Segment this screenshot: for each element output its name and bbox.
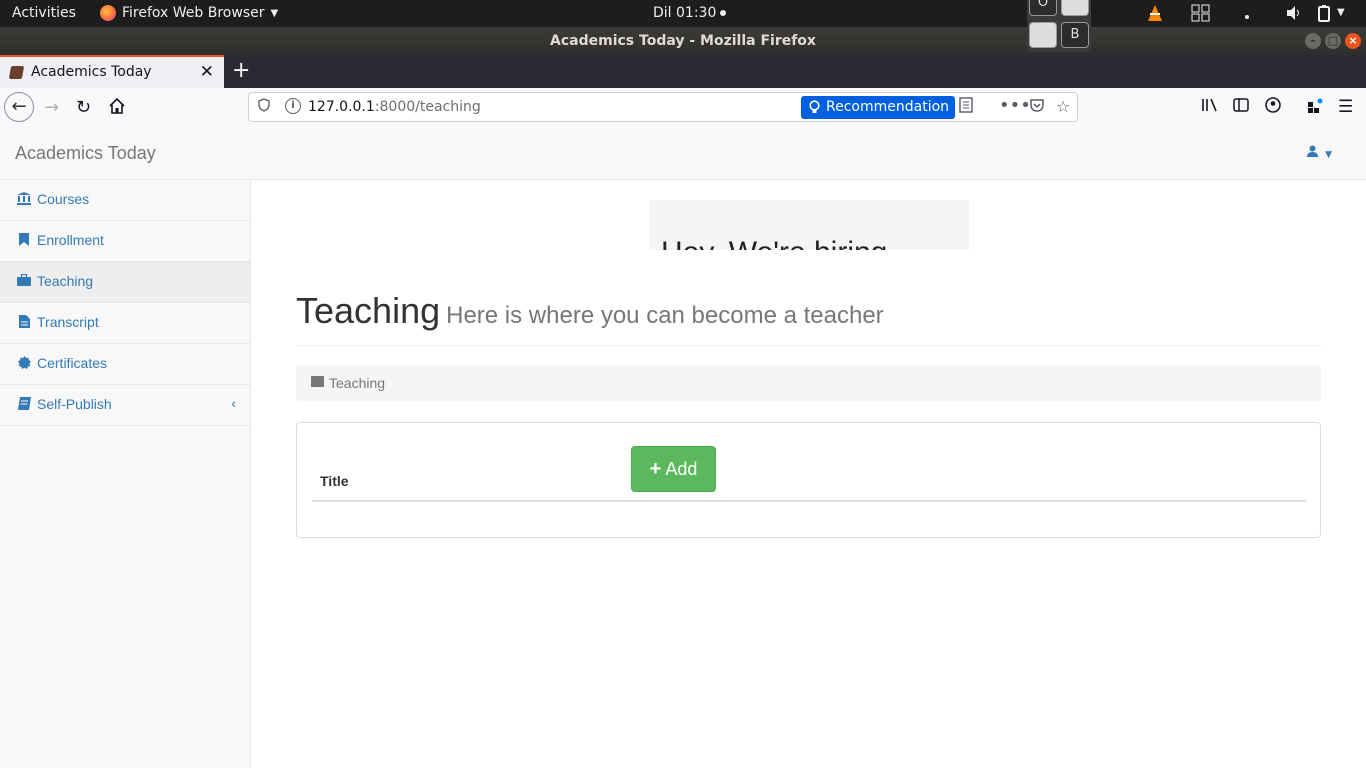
minimize-icon[interactable]: – [1305, 33, 1321, 49]
app-navbar: Academics Today ▼ [0, 128, 1366, 180]
sidebar-item-label: Self-Publish [37, 396, 112, 412]
sidebar-item-label: Enrollment [37, 232, 104, 248]
briefcase-icon [17, 273, 31, 288]
recommendation-button[interactable]: Recommendation [801, 96, 956, 119]
activities-button[interactable]: Activities [12, 5, 76, 21]
sidebar-item-label: Courses [37, 191, 90, 207]
library-icon[interactable] [1201, 97, 1219, 118]
close-window-icon[interactable]: × [1345, 33, 1361, 49]
chevron-left-icon[interactable]: ‹ [231, 395, 236, 411]
sidebar-item-label: Teaching [37, 273, 94, 289]
indicator-dot-icon[interactable] [1244, 8, 1250, 24]
sidebar-item-label: Transcript [37, 314, 99, 330]
tab-strip: Academics Today ✕ + [0, 55, 1366, 88]
lightbulb-icon [809, 100, 820, 113]
add-label: Add [665, 458, 698, 479]
bookmark-icon [17, 233, 31, 247]
page-subtitle: Here is where you can become a teacher [446, 302, 884, 329]
workspace-cell[interactable]: B [1061, 22, 1089, 48]
firefox-icon [100, 5, 116, 21]
plus-icon: + [649, 457, 662, 480]
new-tab-icon[interactable]: + [232, 58, 250, 83]
sidebar-item-teaching[interactable]: Teaching [0, 262, 250, 303]
url-path: :8000/teaching [374, 99, 481, 115]
window-title-bar: Academics Today - Mozilla Firefox – □ × [0, 27, 1366, 55]
forward-arrow-icon[interactable]: → [44, 97, 59, 118]
graduation-cap-icon [8, 66, 25, 79]
caret-down-icon: ▼ [270, 7, 279, 19]
system-top-bar: Activities Firefox Web Browser ▼ Dil 01:… [0, 0, 1366, 27]
home-icon[interactable] [108, 97, 126, 120]
back-arrow-icon[interactable]: ← [4, 92, 34, 122]
nav-toolbar: ← → ↻ i 127.0.0.1:8000/teaching Recommen… [0, 88, 1366, 129]
tab-title: Academics Today [31, 64, 152, 80]
app-menu[interactable]: Firefox Web Browser ▼ [100, 5, 278, 21]
sidebar-item-transcript[interactable]: Transcript [0, 303, 250, 344]
sidebar-item-certificates[interactable]: Certificates [0, 344, 250, 385]
browser-tab[interactable]: Academics Today ✕ [0, 55, 224, 88]
workspace-cell[interactable]: O [1029, 0, 1057, 16]
breadcrumb-current: Teaching [329, 375, 386, 391]
workspace-cell[interactable] [1029, 22, 1057, 48]
sidebar-toggle-icon[interactable] [1233, 97, 1249, 117]
tracking-shield-icon[interactable] [258, 98, 270, 116]
sidebar-item-enrollment[interactable]: Enrollment [0, 221, 250, 262]
caret-down-icon: ▼ [1325, 150, 1332, 160]
reload-icon[interactable]: ↻ [76, 97, 91, 118]
battery-icon[interactable] [1316, 4, 1332, 26]
extensions-icon[interactable] [1306, 97, 1324, 120]
maximize-icon[interactable]: □ [1325, 33, 1341, 49]
volume-icon[interactable] [1285, 4, 1303, 26]
pocket-icon[interactable] [1029, 97, 1045, 117]
page-actions-icon[interactable]: ••• [999, 95, 1031, 116]
workspace-cell[interactable] [1061, 0, 1089, 16]
user-icon [1306, 145, 1318, 157]
page-header: Teaching Here is where you can become a t… [296, 290, 1321, 346]
notification-dot-icon [720, 10, 727, 16]
book-icon [17, 397, 31, 411]
workspace-switcher[interactable]: O B [1027, 0, 1091, 52]
url-host: 127.0.0.1 [308, 99, 375, 115]
breadcrumb: Teaching [296, 365, 1321, 401]
sidebar-item-courses[interactable]: Courses [0, 180, 250, 221]
app-menu-label: Firefox Web Browser [122, 5, 265, 21]
sidebar: Courses Enrollment Teaching Transcript C… [0, 180, 251, 768]
sidebar-item-label: Certificates [37, 355, 108, 371]
add-button[interactable]: + Add [631, 446, 716, 492]
briefcase-icon [311, 376, 324, 387]
grid-icon[interactable] [1191, 4, 1211, 26]
teaching-panel: Title + Add [296, 422, 1321, 538]
account-icon[interactable] [1265, 97, 1281, 118]
column-header-title: Title [320, 473, 349, 489]
banner-text: Hey, We're hiring [661, 236, 887, 250]
hamburger-menu-icon[interactable]: ☰ [1338, 97, 1353, 117]
window-title: Academics Today - Mozilla Firefox [550, 33, 816, 49]
reader-view-icon[interactable] [959, 97, 973, 117]
clock-text: Dil 01:30 [653, 5, 717, 21]
clock[interactable]: Dil 01:30 [653, 5, 727, 21]
close-tab-icon[interactable]: ✕ [200, 62, 214, 82]
url-text[interactable]: 127.0.0.1:8000/teaching [308, 99, 481, 115]
system-menu-caret-icon[interactable]: ▼ [1337, 7, 1345, 18]
vlc-icon[interactable] [1146, 4, 1164, 26]
bank-icon [17, 192, 31, 206]
brand-link[interactable]: Academics Today [15, 143, 156, 164]
certificate-icon [17, 356, 31, 370]
recommendation-label: Recommendation [826, 99, 950, 115]
file-icon [17, 315, 31, 329]
user-menu-toggle[interactable]: ▼ [1306, 145, 1332, 161]
bookmark-star-icon[interactable]: ☆ [1056, 97, 1070, 116]
page-title: Teaching [296, 290, 441, 331]
site-info-icon[interactable]: i [285, 98, 301, 114]
hiring-banner-image: Hey, We're hiring [649, 200, 969, 250]
table-header-divider [312, 500, 1306, 502]
sidebar-item-self-publish[interactable]: Self-Publish ‹ [0, 385, 250, 426]
url-bar[interactable]: i 127.0.0.1:8000/teaching Recommendation… [248, 92, 1078, 122]
